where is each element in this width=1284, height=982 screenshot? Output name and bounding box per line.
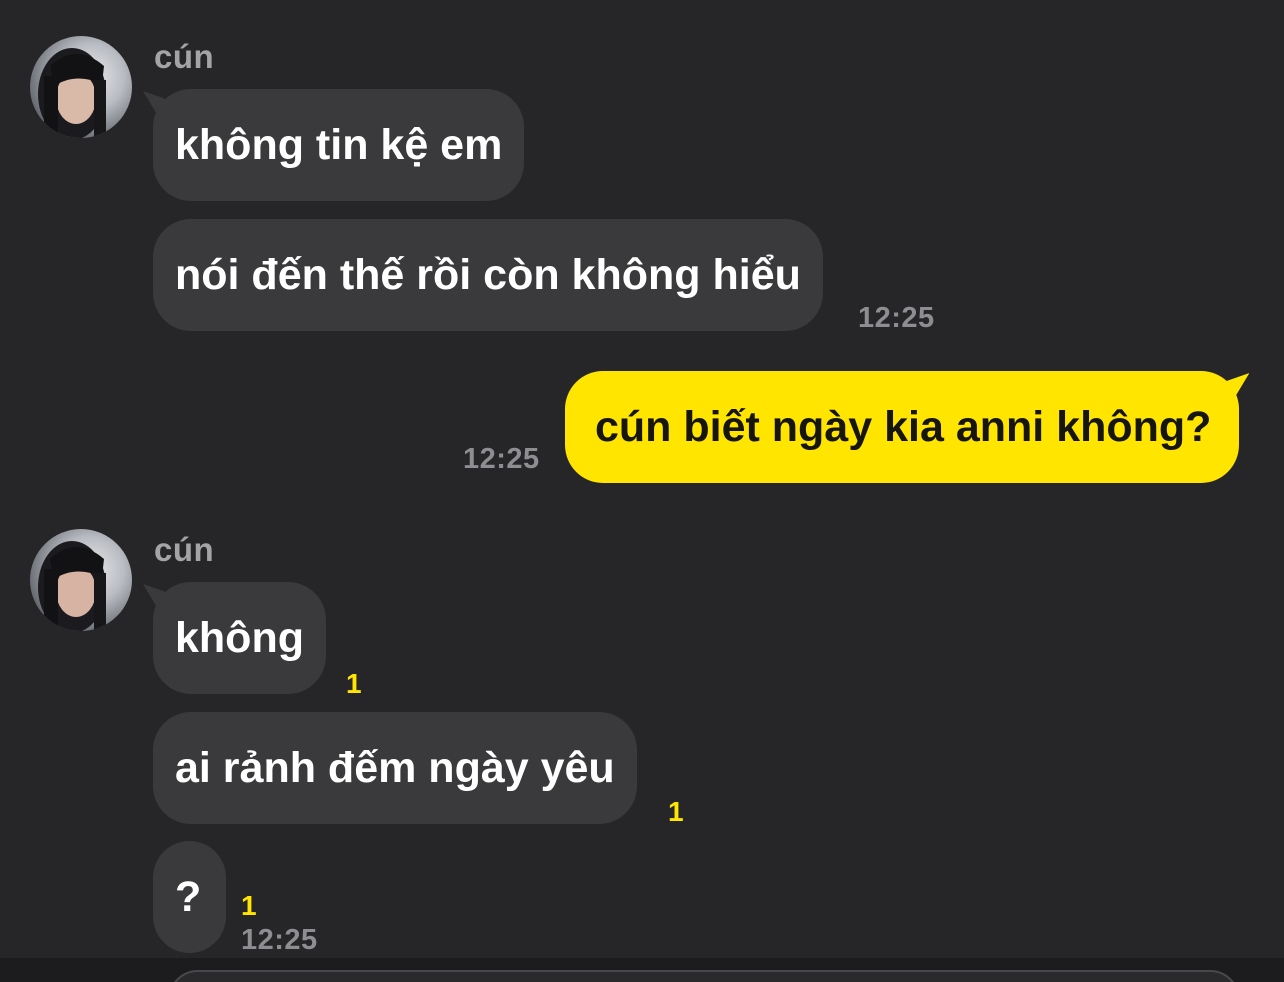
message-timestamp: 12:25	[463, 443, 540, 475]
incoming-message-bubble[interactable]: ?	[153, 841, 226, 953]
sender-name: cún	[154, 531, 215, 568]
avatar-photo-icon	[38, 541, 106, 631]
unread-count-badge: 1	[241, 890, 257, 921]
incoming-message-bubble[interactable]: không tin kệ em	[153, 89, 525, 201]
incoming-message-bubble[interactable]: nói đến thế rồi còn không hiểu	[153, 219, 823, 331]
contact-avatar[interactable]	[30, 36, 132, 138]
contact-avatar[interactable]	[30, 529, 132, 631]
avatar-photo-icon	[38, 48, 106, 138]
incoming-message-bubble[interactable]: ai rảnh đếm ngày yêu	[153, 712, 637, 824]
unread-count-badge: 1	[668, 796, 684, 827]
unread-count-badge: 1	[346, 668, 362, 699]
outgoing-message-bubble[interactable]: cún biết ngày kia anni không?	[565, 371, 1240, 483]
message-timestamp: 12:25	[241, 924, 318, 956]
sender-name: cún	[154, 38, 215, 75]
incoming-message-bubble[interactable]: không	[153, 582, 326, 694]
chat-area[interactable]: cún không tin kệ em nói đến thế rồi còn …	[0, 0, 1284, 960]
message-timestamp: 12:25	[858, 302, 935, 334]
message-input[interactable]	[168, 970, 1240, 982]
